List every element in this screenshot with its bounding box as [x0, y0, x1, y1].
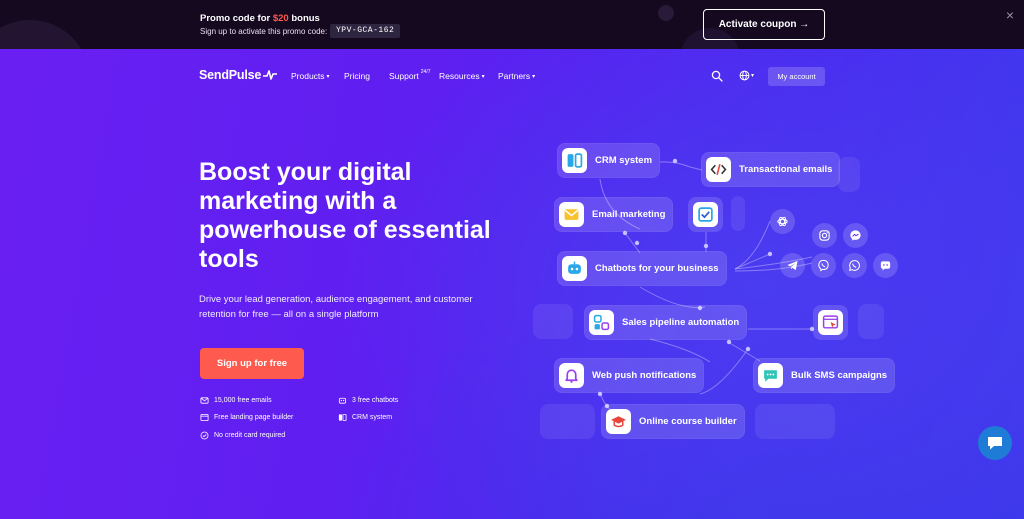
card-bulk-sms[interactable]: Bulk SMS campaigns	[753, 358, 896, 393]
card-transactional-emails[interactable]: Transactional emails	[701, 152, 841, 187]
whatsapp-icon	[842, 253, 867, 278]
graduation-cap-icon	[611, 416, 626, 428]
bell-icon	[565, 369, 578, 383]
checkbox-icon	[698, 207, 713, 222]
envelope-icon	[564, 209, 579, 220]
close-icon[interactable]: ×	[1003, 8, 1017, 22]
decor-tile	[838, 157, 860, 192]
tile-landing-pages[interactable]	[813, 305, 848, 340]
promo-decor-dot	[658, 5, 674, 21]
code-icon	[710, 163, 727, 176]
promo-code[interactable]: YPV-GCA-162	[330, 24, 401, 38]
viber-icon	[811, 253, 836, 278]
decor-tile	[858, 304, 884, 339]
card-chatbots[interactable]: Chatbots for your business	[557, 251, 727, 286]
crm-icon	[567, 153, 583, 168]
decor-tile	[755, 404, 835, 439]
openai-icon	[770, 209, 795, 234]
card-email-marketing[interactable]: Email marketing	[554, 197, 674, 232]
telegram-icon	[780, 253, 805, 278]
decor-tile	[533, 304, 573, 339]
card-crm-system[interactable]: CRM system	[557, 143, 661, 178]
tile-form-builder[interactable]	[688, 197, 723, 232]
sms-icon	[764, 370, 777, 382]
bot-icon	[568, 261, 581, 274]
cursor-window-icon	[822, 315, 839, 329]
promo-bar: Promo code for $20 bonus Sign up to acti…	[0, 0, 1024, 49]
activate-coupon-button[interactable]: Activate coupon →	[703, 9, 825, 40]
card-web-push[interactable]: Web push notifications	[554, 358, 705, 393]
promo-decor-circle	[0, 20, 90, 49]
promo-subtitle: Sign up to activate this promo code:	[200, 27, 328, 36]
card-sales-pipeline[interactable]: Sales pipeline automation	[584, 305, 748, 340]
live-chat-button[interactable]	[978, 426, 1012, 460]
connection-lines	[597, 158, 815, 416]
decor-tile	[731, 196, 745, 231]
chat-bubble-icon	[988, 437, 1002, 450]
instagram-icon	[812, 223, 837, 248]
promo-title: Promo code for $20 bonus	[200, 13, 320, 24]
chat-icon	[873, 253, 898, 278]
card-online-course[interactable]: Online course builder	[601, 404, 745, 439]
messenger-icon	[843, 223, 868, 248]
promo-amount: $20	[272, 13, 289, 24]
hero-section: SendPulse Products ▾ Pricing Support 24/7 …	[0, 49, 1024, 519]
decor-tile	[540, 404, 595, 439]
pipeline-icon	[593, 314, 610, 331]
